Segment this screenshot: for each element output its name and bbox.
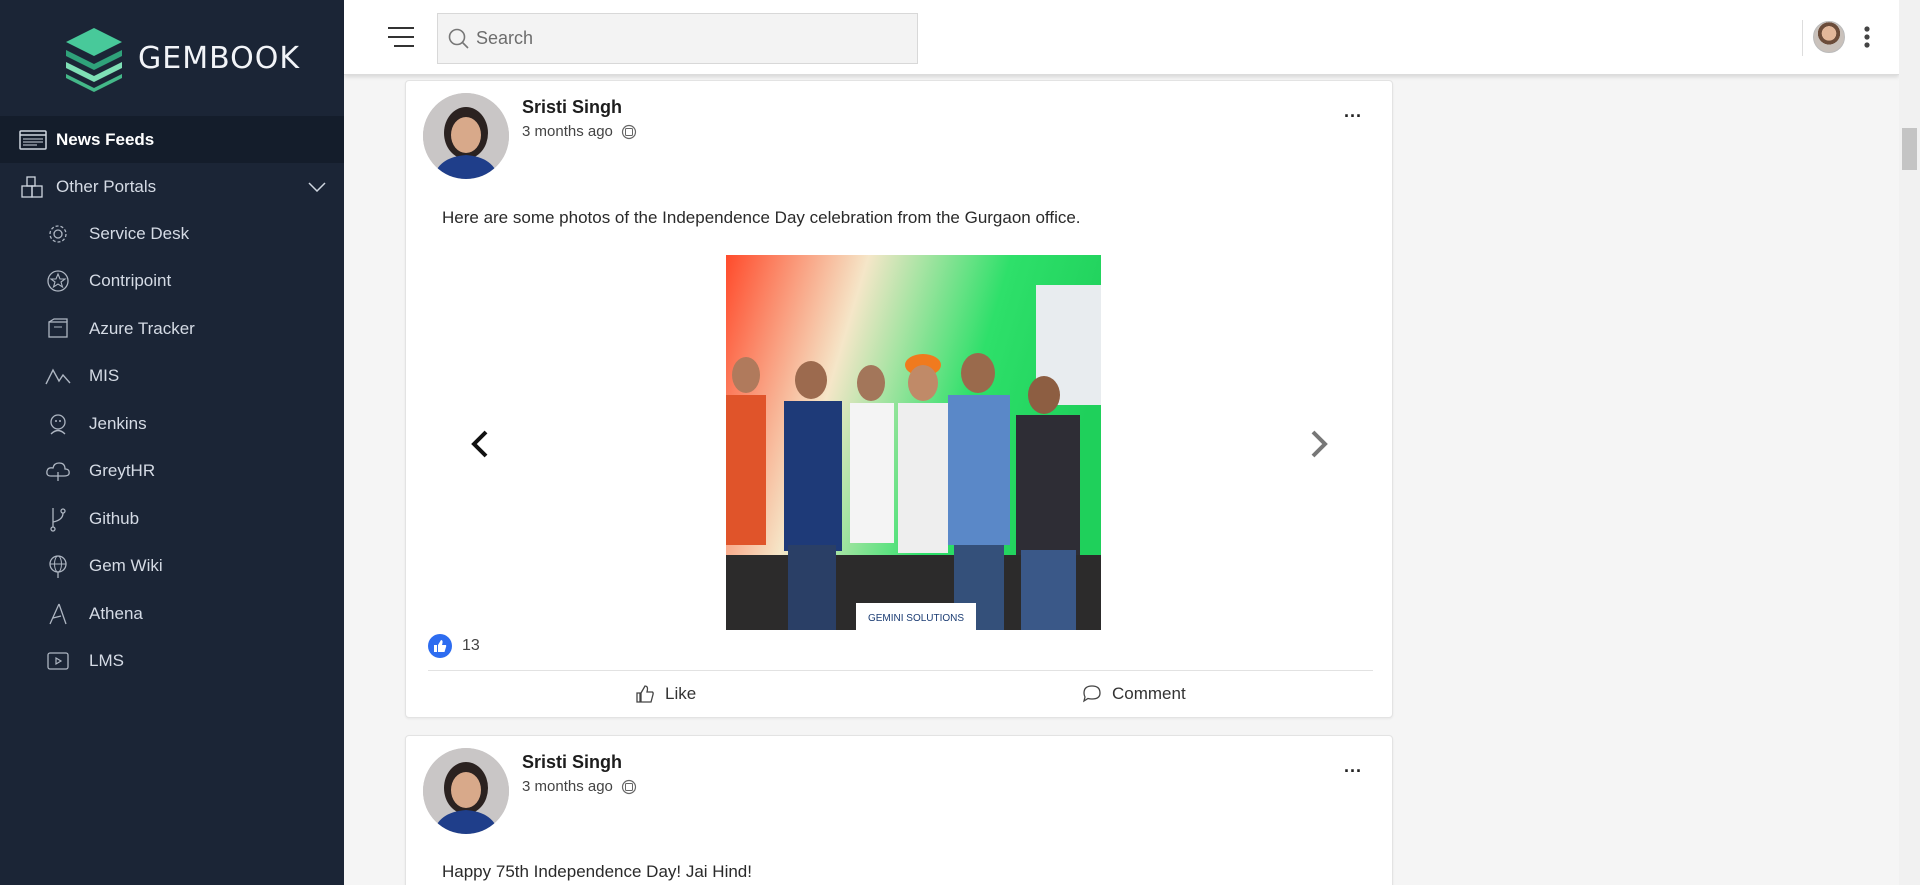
- sidebar-item-label: Service Desk: [89, 223, 190, 243]
- branch-icon: [45, 506, 71, 532]
- brand[interactable]: GEMBOOK: [0, 0, 344, 116]
- post-text: Happy 75th Independence Day! Jai Hind!: [442, 862, 752, 881]
- thumbs-up-icon: [636, 685, 654, 703]
- cloud-icon: [45, 458, 71, 484]
- comment-icon: [1082, 685, 1101, 703]
- sidebar-item-azure-tracker[interactable]: Azure Tracker: [0, 305, 344, 353]
- post-time: 3 months ago: [522, 778, 637, 795]
- author-avatar[interactable]: [423, 93, 509, 179]
- brand-name: GEMBOOK: [138, 40, 301, 76]
- feed-post: Sristi Singh 3 months ago ... Happy 75th…: [405, 735, 1393, 885]
- sidebar-item-mis[interactable]: MIS: [0, 353, 344, 401]
- author-avatar[interactable]: [423, 748, 509, 834]
- news-feed-icon: [18, 128, 48, 152]
- post-text: Here are some photos of the Independence…: [442, 208, 1081, 227]
- sidebar-item-label: Jenkins: [89, 413, 147, 433]
- comment-button[interactable]: Comment: [1082, 684, 1186, 704]
- star-badge-icon: [45, 268, 71, 294]
- sidebar-item-label: Contripoint: [89, 271, 172, 291]
- topbar: [344, 0, 1899, 75]
- sidebar-item-label: Github: [89, 508, 140, 528]
- gear-icon: [45, 221, 71, 247]
- sidebar-item-github[interactable]: Github: [0, 495, 344, 543]
- sidebar: GEMBOOK News Feeds Other Portals Service…: [0, 0, 344, 885]
- sidebar-item-label: LMS: [89, 651, 124, 671]
- sidebar-item-label: News Feeds: [56, 129, 155, 149]
- photo-watermark: GEMINI SOLUTIONS: [868, 613, 964, 624]
- sidebar-item-label: Gem Wiki: [89, 556, 163, 576]
- scrollbar-thumb[interactable]: [1902, 128, 1917, 170]
- carousel-next-icon[interactable]: [1309, 429, 1329, 459]
- video-icon: [45, 648, 71, 674]
- comment-label: Comment: [1112, 684, 1186, 703]
- jenkins-icon: [45, 411, 71, 437]
- sidebar-item-label: MIS: [89, 366, 120, 386]
- divider: [1802, 20, 1803, 56]
- sidebar-item-service-desk[interactable]: Service Desk: [0, 210, 344, 258]
- post-options-button[interactable]: ...: [1344, 101, 1362, 122]
- sidebar-item-athena[interactable]: Athena: [0, 590, 344, 638]
- author-name[interactable]: Sristi Singh: [522, 752, 622, 773]
- sidebar-item-label: GreytHR: [89, 461, 156, 481]
- search-icon: [448, 28, 469, 49]
- tracker-icon: [45, 316, 71, 342]
- sidebar-item-label: Azure Tracker: [89, 318, 195, 338]
- like-button[interactable]: Like: [635, 684, 696, 704]
- sidebar-item-greythr[interactable]: GreytHR: [0, 448, 344, 496]
- portals-icon: [18, 175, 48, 199]
- hamburger-menu-icon[interactable]: [388, 26, 414, 48]
- post-time-text: 3 months ago: [522, 123, 613, 140]
- sidebar-item-lms[interactable]: LMS: [0, 638, 344, 686]
- public-icon: [621, 779, 637, 794]
- like-label: Like: [665, 684, 697, 703]
- more-vertical-icon[interactable]: [1864, 26, 1870, 48]
- user-avatar[interactable]: [1813, 21, 1845, 53]
- sidebar-item-label: Athena: [89, 603, 143, 623]
- sidebar-item-contripoint[interactable]: Contripoint: [0, 258, 344, 306]
- like-summary[interactable]: 13: [428, 634, 480, 658]
- carousel-prev-icon[interactable]: [470, 429, 490, 459]
- post-options-button[interactable]: ...: [1344, 756, 1362, 777]
- sidebar-item-jenkins[interactable]: Jenkins: [0, 400, 344, 448]
- post-photo[interactable]: GEMINI SOLUTIONS: [726, 255, 1101, 630]
- post-time-text: 3 months ago: [522, 778, 613, 795]
- sidebar-item-other-portals[interactable]: Other Portals: [0, 163, 344, 210]
- chart-line-icon: [45, 363, 71, 389]
- chevron-down-icon[interactable]: [308, 181, 326, 192]
- sidebar-item-label: Other Portals: [56, 176, 157, 196]
- author-name[interactable]: Sristi Singh: [522, 97, 622, 118]
- like-reaction-icon: [428, 634, 452, 658]
- feed-post: Sristi Singh 3 months ago ... Here are s…: [405, 80, 1393, 718]
- triangle-icon: [45, 601, 71, 627]
- public-icon: [621, 124, 637, 139]
- sidebar-item-gem-wiki[interactable]: Gem Wiki: [0, 543, 344, 591]
- gembook-logo: [66, 28, 122, 92]
- divider: [428, 670, 1373, 671]
- post-time: 3 months ago: [522, 123, 637, 140]
- like-count: 13: [462, 637, 480, 654]
- sidebar-item-news-feeds[interactable]: News Feeds: [0, 116, 344, 163]
- search-box[interactable]: [437, 13, 918, 64]
- search-input[interactable]: [476, 28, 896, 49]
- globe-icon: [45, 553, 71, 579]
